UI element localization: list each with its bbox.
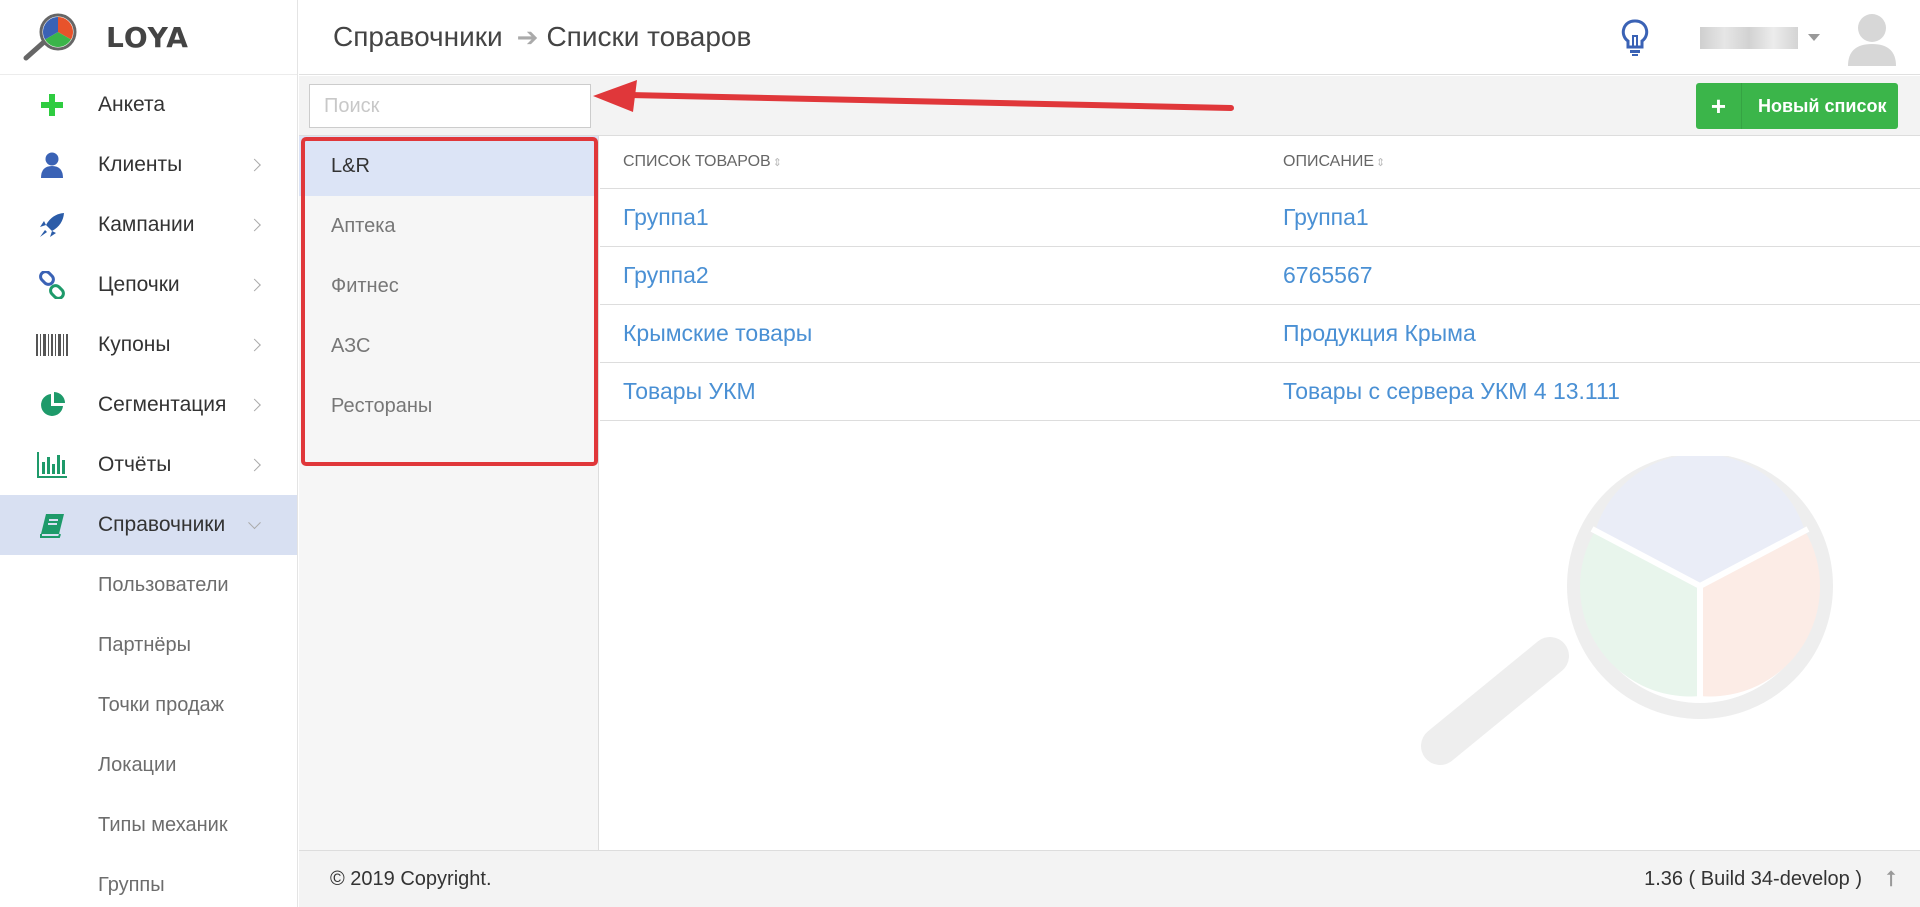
sidebar-item-campaigns[interactable]: Кампании: [0, 195, 297, 255]
table-header-row: СПИСОК ТОВАРОВ ⇕ ОПИСАНИЕ ⇕: [600, 136, 1920, 189]
new-list-button-label: Новый список: [1758, 95, 1887, 116]
breadcrumb: Справочники ➔ Списки товаров: [333, 21, 751, 53]
toolbar: + Новый список: [299, 76, 1920, 136]
product-lists-panel: L&R Аптека Фитнес АЗС Рестораны: [299, 136, 599, 850]
sort-icon: ⇕: [772, 156, 782, 169]
loya-logo-icon: [23, 13, 77, 61]
sidebar-item-segmentation[interactable]: Сегментация: [0, 375, 297, 435]
barcode-icon: [36, 329, 68, 361]
brand-name: LOYA: [106, 20, 189, 54]
main-content: СПИСОК ТОВАРОВ ⇕ ОПИСАНИЕ ⇕ Группа1 Группа…: [600, 136, 1920, 850]
table-cell: Продукция Крыма: [1260, 304, 1920, 363]
list-description-link[interactable]: Группа1: [1283, 204, 1369, 230]
sidebar-item-chains[interactable]: Цепочки: [0, 255, 297, 315]
version-text: 1.36 ( Build 34-develop ): [1644, 867, 1862, 890]
brand[interactable]: LOYA: [0, 0, 297, 75]
sidebar-item-label: Цепочки: [98, 273, 180, 296]
sidebar-item-coupons[interactable]: Купоны: [0, 315, 297, 375]
list-name-link[interactable]: Группа2: [623, 262, 709, 288]
breadcrumb-parent[interactable]: Справочники: [333, 21, 503, 53]
column-header-description[interactable]: ОПИСАНИЕ ⇕: [1260, 136, 1920, 189]
lightbulb-icon[interactable]: [1620, 18, 1650, 58]
sidebar-nav: Анкета Клиенты Кампании Цепочки Купоны С…: [0, 75, 297, 907]
sidebar-subitem-users[interactable]: Пользователи: [0, 555, 297, 615]
sidebar-subitem-mechanic-types[interactable]: Типы механик: [0, 795, 297, 855]
page-title: Списки товаров: [546, 21, 752, 52]
list-item[interactable]: АЗС: [299, 316, 598, 376]
column-header-list[interactable]: СПИСОК ТОВАРОВ ⇕: [600, 136, 1260, 189]
table-cell: Группа1: [1260, 188, 1920, 247]
footer: © 2019 Copyright. 1.36 ( Build 34-develo…: [299, 850, 1920, 907]
bar-chart-icon: [36, 449, 68, 481]
list-item[interactable]: Рестораны: [299, 376, 598, 436]
sidebar-subitem-locations[interactable]: Локации: [0, 735, 297, 795]
list-description-link[interactable]: Товары с сервера УКМ 4 13.111: [1283, 378, 1620, 404]
sidebar-subitem-groups[interactable]: Группы: [0, 855, 297, 907]
list-name-link[interactable]: Крымские товары: [623, 320, 812, 346]
avatar[interactable]: [1846, 10, 1898, 66]
chevron-right-icon: [248, 338, 261, 352]
sort-icon: ⇕: [1376, 156, 1386, 169]
table-cell: Крымские товары: [600, 304, 1260, 363]
table-row: Крымские товары Продукция Крыма: [600, 304, 1920, 363]
chevron-right-icon: [248, 398, 261, 412]
sidebar-item-anketa[interactable]: Анкета: [0, 75, 297, 135]
list-item[interactable]: L&R: [299, 136, 598, 196]
list-description-link[interactable]: Продукция Крыма: [1283, 320, 1476, 346]
column-header-label: СПИСОК ТОВАРОВ: [623, 152, 771, 170]
sidebar-subitem-partners[interactable]: Партнёры: [0, 615, 297, 675]
chevron-right-icon: [248, 458, 261, 472]
scroll-top-icon[interactable]: ⭡: [1886, 866, 1896, 892]
chevron-right-icon: [248, 278, 261, 292]
copyright-text: © 2019 Copyright.: [330, 867, 492, 890]
chevron-down-icon: [248, 516, 261, 530]
table-cell: Группа1: [600, 188, 1260, 247]
sidebar-item-label: Сегментация: [98, 393, 227, 416]
user-name-blurred[interactable]: [1700, 26, 1798, 49]
list-item[interactable]: Аптека: [299, 196, 598, 256]
list-name-link[interactable]: Товары УКМ: [623, 378, 756, 404]
sidebar-item-clients[interactable]: Клиенты: [0, 135, 297, 195]
table-row: Группа2 6765567: [600, 246, 1920, 305]
sidebar-item-label: Купоны: [98, 333, 171, 356]
book-icon: [36, 509, 68, 541]
plus-icon: +: [1696, 83, 1742, 129]
chevron-right-icon: [248, 158, 261, 172]
table-cell: Товары УКМ: [600, 362, 1260, 421]
sidebar-item-label: Кампании: [98, 213, 195, 236]
plus-icon: [36, 89, 68, 121]
sidebar: LOYA Анкета Клиенты Кампании Цепочки Куп…: [0, 0, 298, 907]
column-header-label: ОПИСАНИЕ: [1283, 152, 1375, 170]
sidebar-item-label: Анкета: [98, 93, 166, 116]
list-description-link[interactable]: 6765567: [1283, 262, 1373, 288]
sidebar-item-label: Справочники: [98, 513, 226, 536]
top-right-controls: [1620, 0, 1920, 75]
new-list-button[interactable]: + Новый список: [1696, 83, 1898, 129]
top-bar: Справочники ➔ Списки товаров: [299, 0, 1920, 75]
annotation-arrow-icon: [593, 80, 1234, 112]
product-list-table: СПИСОК ТОВАРОВ ⇕ ОПИСАНИЕ ⇕ Группа1 Группа…: [600, 136, 1920, 421]
table-cell: 6765567: [1260, 246, 1920, 305]
caret-down-icon[interactable]: [1808, 34, 1820, 41]
sidebar-item-reports[interactable]: Отчёты: [0, 435, 297, 495]
sidebar-item-label: Клиенты: [98, 153, 183, 176]
list-name-link[interactable]: Группа1: [623, 204, 709, 230]
sidebar-item-label: Отчёты: [98, 453, 172, 476]
sidebar-item-references[interactable]: Справочники: [0, 495, 297, 555]
chevron-right-icon: [248, 218, 261, 232]
table-cell: Товары с сервера УКМ 4 13.111: [1260, 362, 1920, 421]
person-icon: [36, 149, 68, 181]
list-item[interactable]: Фитнес: [299, 256, 598, 316]
table-cell: Группа2: [600, 246, 1260, 305]
table-row: Группа1 Группа1: [600, 188, 1920, 247]
rocket-icon: [36, 209, 68, 241]
sidebar-subitem-sales-points[interactable]: Точки продаж: [0, 675, 297, 735]
loya-watermark-icon: [1421, 456, 1833, 765]
arrow-right-icon: ➔: [516, 21, 539, 52]
pie-chart-icon: [36, 389, 68, 421]
table-row: Товары УКМ Товары с сервера УКМ 4 13.111: [600, 362, 1920, 421]
search-input[interactable]: [309, 84, 591, 128]
chain-link-icon: [36, 269, 68, 301]
